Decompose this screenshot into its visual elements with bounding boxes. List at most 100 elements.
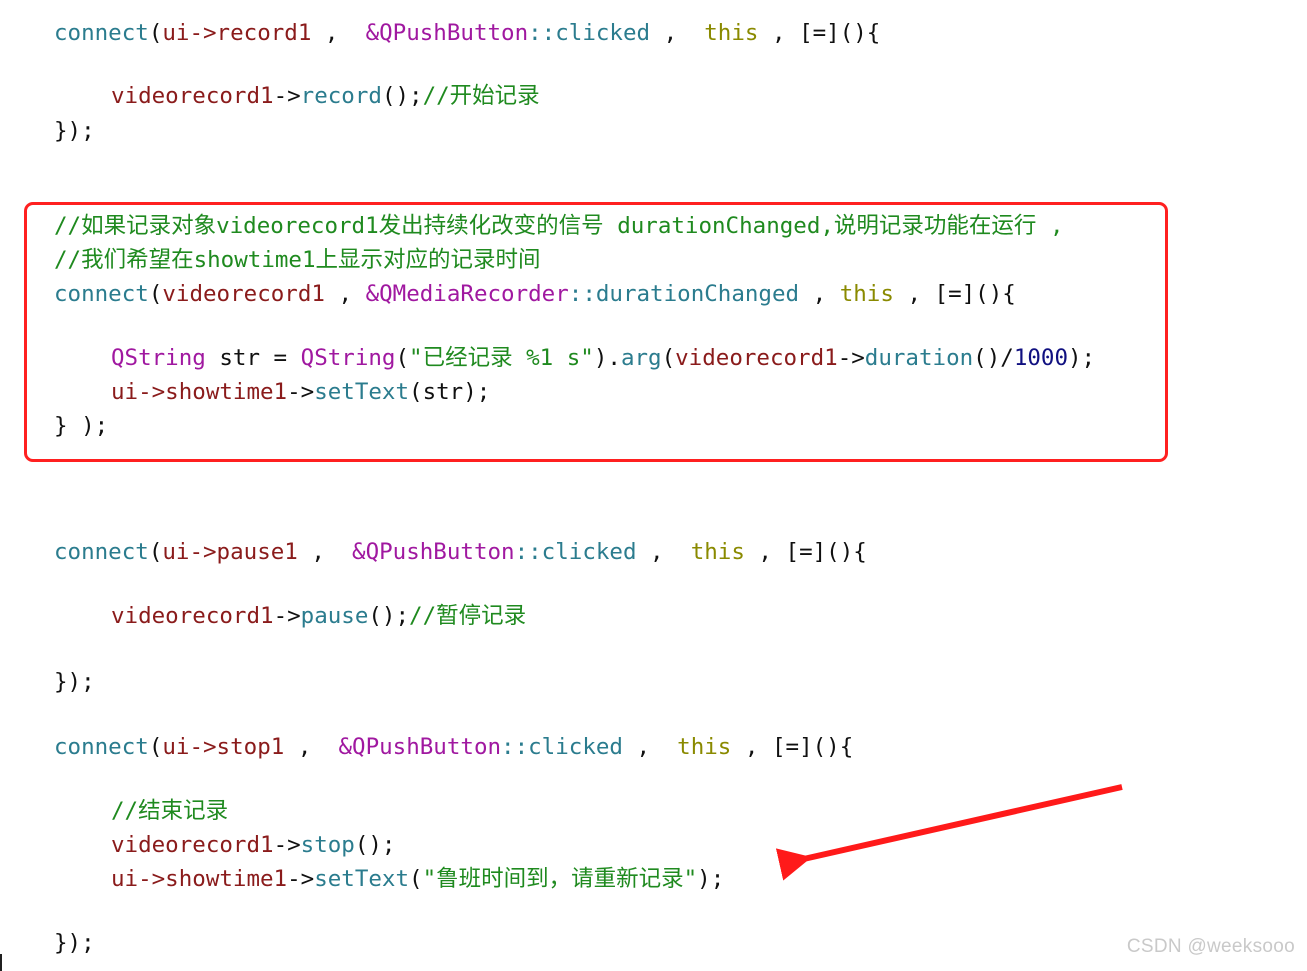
code-token: }); — [54, 930, 95, 956]
code-token: (); — [354, 832, 396, 858]
code-token: connect — [54, 20, 149, 46]
code-token: connect — [54, 281, 149, 307]
code-token: &QPushButton — [365, 20, 529, 46]
code-token: , — [636, 539, 691, 565]
code-token: ( — [409, 866, 423, 892]
code-token: , — [324, 281, 366, 307]
code-token: , — [622, 734, 678, 760]
code-token: ui->record1 — [162, 20, 312, 46]
code-token: ( — [148, 20, 163, 46]
code-token: pause — [300, 603, 369, 629]
code-token: }); — [54, 118, 95, 144]
code-block: connect(ui->record1 , &QPushButton::clic… — [0, 0, 1307, 971]
code-token: //如果记录对象videorecord1发出持续化改变的信号 durationC… — [54, 213, 1064, 239]
code-token: this — [839, 281, 894, 307]
code-token: videorecord1 — [675, 345, 838, 371]
code-token: -> — [273, 832, 301, 858]
code-token: "已经记录 %1 s" — [409, 345, 594, 371]
code-line: //结束记录 — [111, 798, 228, 824]
code-line: connect(ui->record1 , &QPushButton::clic… — [54, 20, 880, 46]
code-token: 1000 — [1013, 345, 1068, 371]
code-line: //我们希望在showtime1上显示对应的记录时间 — [54, 247, 541, 273]
code-token: str = — [205, 345, 301, 371]
code-line: }); — [54, 669, 95, 695]
code-token: , — [284, 734, 339, 760]
code-token: ( — [148, 281, 163, 307]
code-token: ( — [148, 734, 163, 760]
code-token: this — [704, 20, 759, 46]
code-token: , [=](){ — [731, 734, 854, 760]
code-token: ui->pause1 — [162, 539, 298, 565]
code-line: //如果记录对象videorecord1发出持续化改变的信号 durationC… — [54, 213, 1064, 239]
code-token: ui->showtime1 — [111, 866, 288, 892]
code-token: this — [677, 734, 732, 760]
code-token: ( — [148, 539, 163, 565]
code-token: , — [311, 20, 366, 46]
code-token: stop — [300, 832, 355, 858]
code-token: ); — [697, 866, 725, 892]
code-token: QString — [300, 345, 396, 371]
code-token: ). — [593, 345, 621, 371]
code-token: (str); — [409, 379, 491, 405]
code-token: record — [300, 83, 382, 109]
code-token: videorecord1 — [162, 281, 325, 307]
code-token: -> — [287, 866, 315, 892]
code-token: arg — [620, 345, 662, 371]
code-token: ::clicked — [501, 734, 623, 760]
csdn-watermark: CSDN @weeksooo — [1126, 936, 1295, 957]
code-token: ui->stop1 — [162, 734, 285, 760]
code-token: -> — [837, 345, 865, 371]
code-line: }); — [54, 118, 95, 144]
code-token: ::clicked — [528, 20, 651, 46]
code-token: (); — [381, 83, 423, 109]
code-token: connect — [54, 539, 149, 565]
code-line: videorecord1->stop(); — [111, 832, 395, 858]
code-token: ::durationChanged — [568, 281, 800, 307]
code-token: //我们希望在showtime1上显示对应的记录时间 — [54, 247, 541, 273]
code-token: videorecord1 — [111, 603, 274, 629]
code-token: -> — [287, 379, 315, 405]
code-token: , — [650, 20, 705, 46]
code-line: ui->showtime1->setText("鲁班时间到，请重新记录"); — [111, 866, 724, 892]
code-token: //开始记录 — [422, 83, 540, 109]
code-token: ::clicked — [514, 539, 637, 565]
code-token: ( — [395, 345, 410, 371]
code-token: QString — [111, 345, 206, 371]
code-token: //结束记录 — [111, 798, 229, 824]
code-token: setText — [314, 866, 410, 892]
code-line: }); — [54, 930, 95, 956]
code-line: QString str = QString("已经记录 %1 s").arg(v… — [111, 345, 1095, 371]
code-line: videorecord1->pause();//暂停记录 — [111, 603, 526, 629]
code-token: ui->showtime1 — [111, 379, 288, 405]
code-token: &QMediaRecorder — [365, 281, 569, 307]
code-token: -> — [273, 83, 301, 109]
code-token: , — [297, 539, 353, 565]
code-token: duration — [864, 345, 974, 371]
code-line: connect(videorecord1 , &QMediaRecorder::… — [54, 281, 1016, 307]
code-token: &QPushButton — [352, 539, 515, 565]
left-edge-caret-artifact — [0, 954, 2, 971]
code-line: videorecord1->record();//开始记录 — [111, 83, 540, 109]
code-token: this — [690, 539, 745, 565]
code-screenshot-page: connect(ui->record1 , &QPushButton::clic… — [0, 0, 1307, 971]
code-token: ()/ — [973, 345, 1014, 371]
code-token: videorecord1 — [111, 83, 274, 109]
code-token: ); — [1068, 345, 1096, 371]
code-token: }); — [54, 669, 95, 695]
code-token: "鲁班时间到，请重新记录" — [422, 866, 698, 892]
code-token: //暂停记录 — [409, 603, 527, 629]
code-token: &QPushButton — [338, 734, 502, 760]
code-token: -> — [273, 603, 301, 629]
code-token: videorecord1 — [111, 832, 274, 858]
code-token: setText — [314, 379, 410, 405]
code-token: , [=](){ — [893, 281, 1016, 307]
code-token: , [=](){ — [758, 20, 881, 46]
code-token: ( — [661, 345, 676, 371]
code-line: } ); — [54, 413, 108, 439]
code-line: connect(ui->pause1 , &QPushButton::click… — [54, 539, 867, 565]
code-token: (); — [368, 603, 410, 629]
code-token: , [=](){ — [744, 539, 867, 565]
code-token: , — [799, 281, 840, 307]
code-token: connect — [54, 734, 149, 760]
code-line: connect(ui->stop1 , &QPushButton::clicke… — [54, 734, 853, 760]
